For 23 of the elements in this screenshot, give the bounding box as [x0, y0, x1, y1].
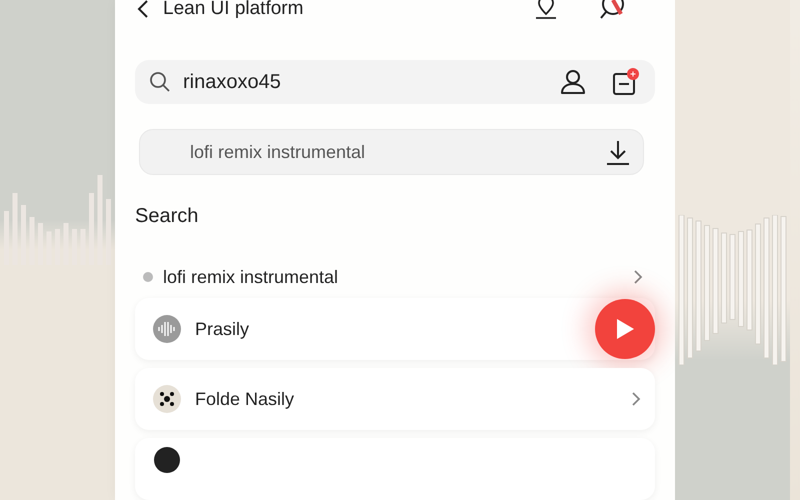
chevron-right-icon: [631, 391, 641, 407]
search-bar[interactable]: rinaxoxo45: [135, 60, 655, 104]
query-input[interactable]: lofi remix instrumental: [188, 140, 595, 164]
history-item[interactable]: lofi remix instrumental: [135, 266, 655, 288]
bullet-icon: [143, 272, 153, 282]
play-icon: [614, 317, 636, 341]
avatar-icon: [153, 446, 181, 474]
search-icon: [149, 71, 171, 93]
result-card[interactable]: Prasily: [135, 298, 655, 360]
waveform-avatar-icon: [153, 315, 181, 343]
profile-button[interactable]: [559, 68, 587, 96]
query-bar[interactable]: lofi remix instrumental: [139, 129, 644, 175]
chevron-right-icon: [633, 269, 643, 285]
dots-avatar-icon: [153, 385, 181, 413]
back-button[interactable]: [137, 0, 149, 19]
result-card[interactable]: Folde Nasily: [135, 368, 655, 430]
inbox-button[interactable]: [611, 67, 641, 97]
location-pin-icon[interactable]: [533, 0, 559, 20]
section-heading: Search: [135, 205, 200, 228]
play-button[interactable]: [595, 299, 655, 359]
page-title: Lean UI platform: [163, 0, 304, 20]
download-button[interactable]: [605, 138, 631, 166]
search-input[interactable]: rinaxoxo45: [181, 70, 549, 94]
